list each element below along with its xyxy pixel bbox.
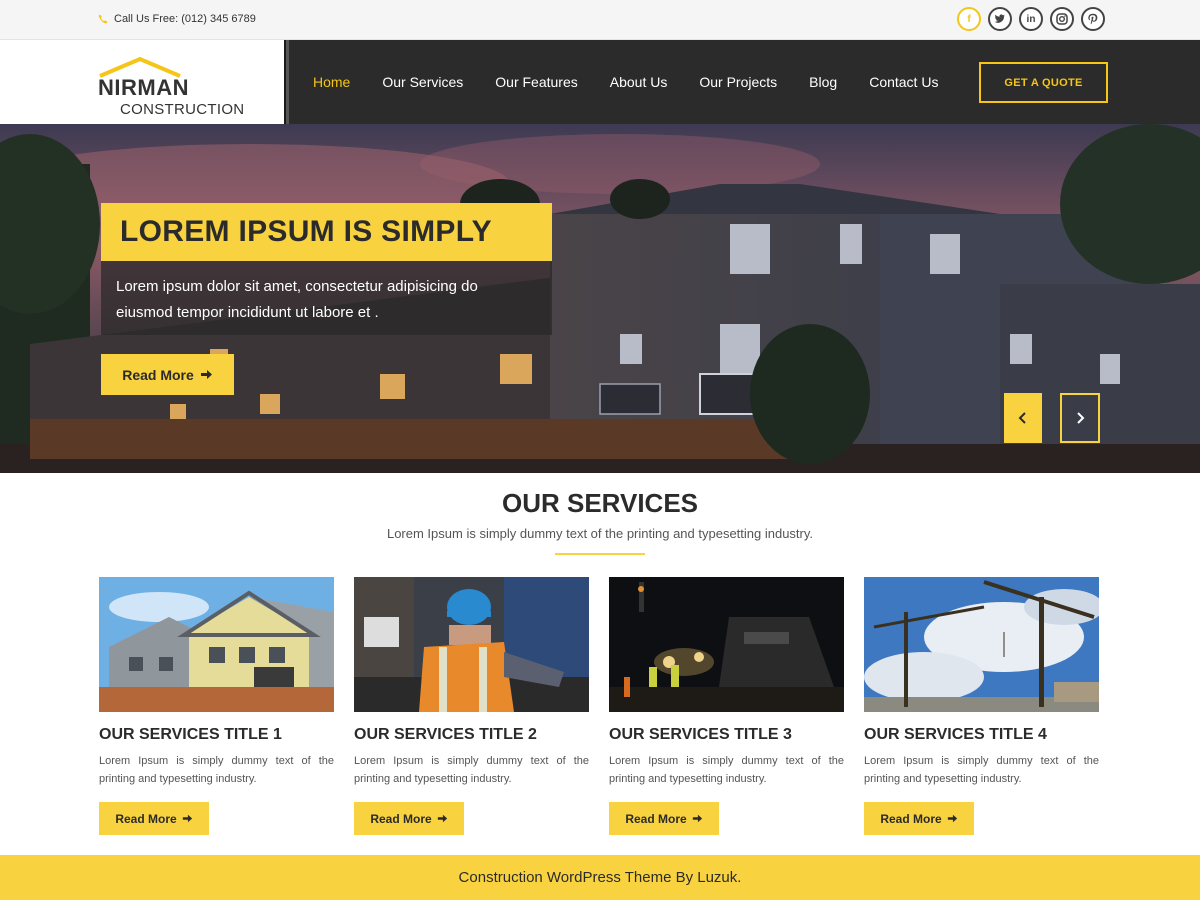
service-read-more-label-1: Read More bbox=[115, 811, 177, 826]
service-text-3: Lorem Ipsum is simply dummy text of the … bbox=[609, 755, 844, 785]
top-bar: Call Us Free: (012) 345 6789 f in bbox=[0, 0, 1200, 40]
pinterest-icon[interactable] bbox=[1081, 7, 1105, 31]
services-subtitle: Lorem Ipsum is simply dummy text of the … bbox=[386, 526, 814, 541]
slider-next-button[interactable] bbox=[1060, 393, 1100, 443]
phone-text: Call Us Free: (012) 345 6789 bbox=[114, 13, 256, 25]
service-card-2: OUR SERVICES TITLE 2 Lorem Ipsum is simp… bbox=[354, 577, 589, 835]
service-image-3[interactable] bbox=[609, 577, 844, 712]
nav-our-services[interactable]: Our Services bbox=[382, 74, 463, 90]
phone-info: Call Us Free: (012) 345 6789 bbox=[98, 13, 256, 25]
arrow-right-icon bbox=[200, 370, 212, 379]
hero-read-more-label: Read More bbox=[122, 366, 194, 383]
nav-home[interactable]: Home bbox=[313, 74, 350, 90]
service-read-more-button-4[interactable]: Read More bbox=[864, 802, 974, 835]
nav-about-us[interactable]: About Us bbox=[610, 74, 668, 90]
service-image-1[interactable] bbox=[99, 577, 334, 712]
get-a-quote-button[interactable]: GET A QUOTE bbox=[979, 62, 1108, 103]
service-text-2: Lorem Ipsum is simply dummy text of the … bbox=[354, 755, 589, 785]
service-text-1: Lorem Ipsum is simply dummy text of the … bbox=[99, 755, 334, 785]
service-read-more-button-3[interactable]: Read More bbox=[609, 802, 719, 835]
arrow-right-icon bbox=[437, 814, 447, 823]
service-title-4: OUR SERVICES TITLE 4 bbox=[864, 726, 1047, 743]
service-card-3: OUR SERVICES TITLE 3 Lorem Ipsum is simp… bbox=[609, 577, 844, 835]
service-read-more-label-4: Read More bbox=[880, 811, 942, 826]
services-divider bbox=[555, 553, 645, 555]
service-title-3: OUR SERVICES TITLE 3 bbox=[609, 726, 792, 743]
instagram-icon[interactable] bbox=[1050, 7, 1074, 31]
service-image-4[interactable] bbox=[864, 577, 1099, 712]
twitter-icon[interactable] bbox=[988, 7, 1012, 31]
chevron-left-icon bbox=[1018, 412, 1026, 424]
service-text-4: Lorem Ipsum is simply dummy text of the … bbox=[864, 755, 1099, 785]
facebook-icon[interactable]: f bbox=[957, 7, 981, 31]
arrow-right-icon bbox=[182, 814, 192, 823]
footer-credit[interactable]: Construction WordPress Theme By Luzuk. bbox=[459, 869, 742, 886]
hero-title: LOREM IPSUM IS SIMPLY bbox=[101, 203, 552, 261]
logo-divider bbox=[284, 40, 289, 124]
nav-blog[interactable]: Blog bbox=[809, 74, 837, 90]
logo-subtitle: CONSTRUCTION bbox=[120, 101, 245, 118]
nav-our-features[interactable]: Our Features bbox=[495, 74, 577, 90]
main-nav: Home Our Services Our Features About Us … bbox=[313, 74, 970, 90]
service-read-more-label-2: Read More bbox=[370, 811, 432, 826]
main-header: NIRMAN CONSTRUCTION Home Our Services Ou… bbox=[0, 40, 1200, 124]
nav-our-projects[interactable]: Our Projects bbox=[699, 74, 777, 90]
social-links: f in bbox=[957, 7, 1105, 31]
service-title-1: OUR SERVICES TITLE 1 bbox=[99, 726, 282, 743]
hero-read-more-button[interactable]: Read More bbox=[101, 354, 234, 395]
nav-contact-us[interactable]: Contact Us bbox=[869, 74, 938, 90]
service-read-more-label-3: Read More bbox=[625, 811, 687, 826]
services-title: OUR SERVICES bbox=[501, 488, 698, 518]
service-card-1: OUR SERVICES TITLE 1 Lorem Ipsum is simp… bbox=[99, 577, 334, 835]
phone-icon bbox=[98, 14, 108, 24]
arrow-right-icon bbox=[947, 814, 957, 823]
logo[interactable]: NIRMAN CONSTRUCTION bbox=[0, 40, 284, 124]
linkedin-icon[interactable]: in bbox=[1019, 7, 1043, 31]
logo-title: NIRMAN bbox=[98, 75, 189, 100]
hero-description: Lorem ipsum dolor sit amet, consectetur … bbox=[101, 261, 552, 335]
hero-slider: LOREM IPSUM IS SIMPLY Lorem ipsum dolor … bbox=[0, 124, 1200, 473]
service-image-2[interactable] bbox=[354, 577, 589, 712]
service-title-2: OUR SERVICES TITLE 2 bbox=[354, 726, 537, 743]
service-card-4: OUR SERVICES TITLE 4 Lorem Ipsum is simp… bbox=[864, 577, 1099, 835]
footer-bar: Construction WordPress Theme By Luzuk. bbox=[0, 855, 1200, 900]
service-read-more-button-1[interactable]: Read More bbox=[99, 802, 209, 835]
arrow-right-icon bbox=[692, 814, 702, 823]
chevron-right-icon bbox=[1077, 412, 1085, 424]
service-read-more-button-2[interactable]: Read More bbox=[354, 802, 464, 835]
slider-prev-button[interactable] bbox=[1004, 393, 1042, 443]
